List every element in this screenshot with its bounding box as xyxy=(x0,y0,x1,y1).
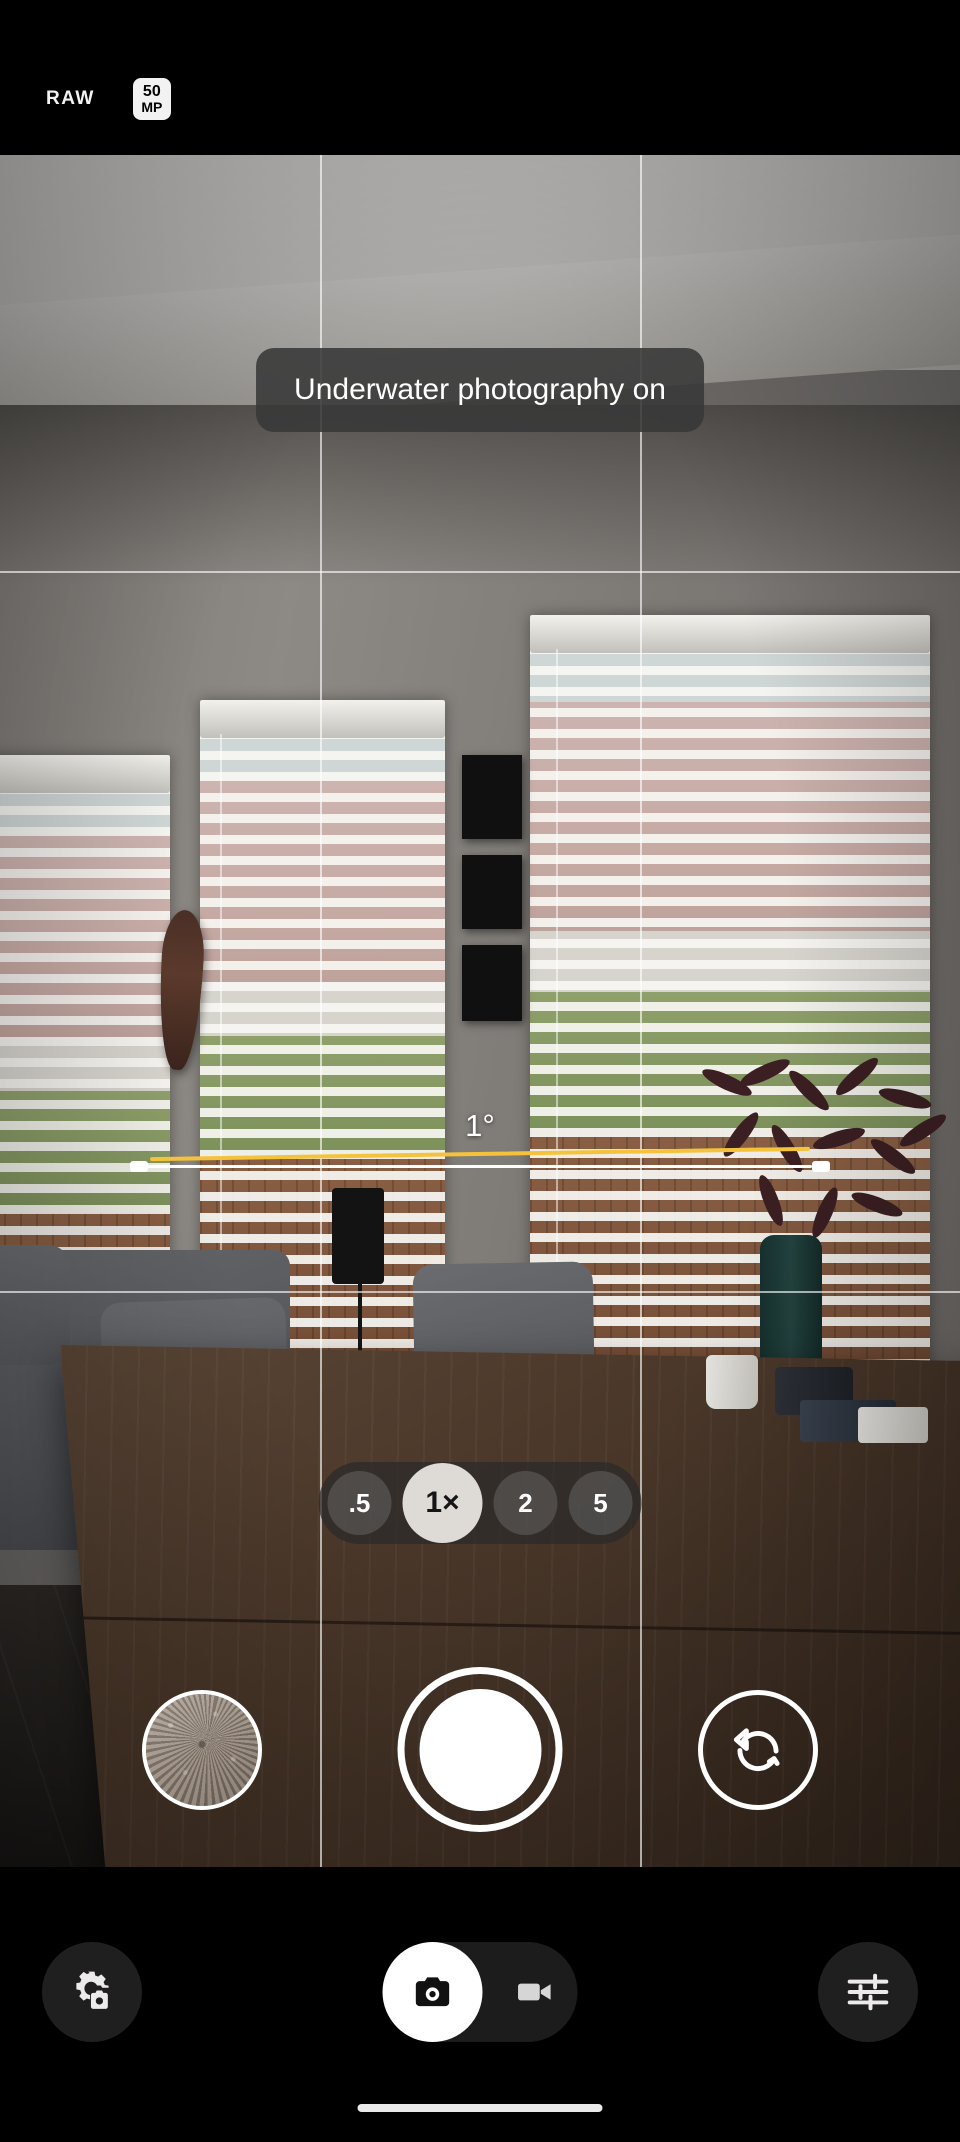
photo-camera-icon xyxy=(415,1977,450,2007)
toast-message: Underwater photography on xyxy=(256,348,704,432)
zoom-option-2x[interactable]: 2 xyxy=(493,1471,558,1535)
scene-valance-right xyxy=(530,615,930,653)
flip-camera-button[interactable] xyxy=(698,1690,818,1810)
zoom-option-0.5x[interactable]: .5 xyxy=(327,1471,392,1535)
top-status-bar: RAW 50 MP xyxy=(0,0,960,155)
gallery-thumbnail[interactable] xyxy=(142,1690,262,1810)
megapixel-badge-icon[interactable]: 50 MP xyxy=(132,78,171,120)
shutter-button-inner xyxy=(419,1688,541,1811)
home-indicator[interactable] xyxy=(357,2104,603,2112)
scene-wall-art-panel-3 xyxy=(462,945,522,1021)
photo-video-mode-toggle[interactable] xyxy=(382,1942,578,2042)
megapixel-value: 50 xyxy=(142,83,161,100)
capture-format-indicators: RAW 50 MP xyxy=(46,78,171,120)
video-camera-icon xyxy=(518,1983,551,2001)
zoom-option-1x[interactable]: 1× xyxy=(402,1463,483,1543)
shutter-button[interactable] xyxy=(397,1667,563,1832)
scene-speaker xyxy=(332,1188,384,1284)
zoom-option-5x[interactable]: 5 xyxy=(568,1471,633,1535)
scene-wall-shadow xyxy=(0,405,960,585)
scene-valance-left xyxy=(0,755,170,793)
scene-table-mug xyxy=(706,1355,758,1409)
scene-wall-art-panel-2 xyxy=(462,855,522,929)
zoom-level-selector[interactable]: .5 1× 2 5 xyxy=(318,1462,642,1544)
camera-viewfinder[interactable]: Underwater photography on 1° .5 1× 2 5 xyxy=(0,155,960,1867)
scene-table-object-3 xyxy=(858,1407,928,1443)
scene-wall-art-panel-1 xyxy=(462,755,522,839)
gallery-thumbnail-image xyxy=(146,1694,258,1806)
capture-controls-row xyxy=(0,1667,960,1857)
raw-badge-icon[interactable]: RAW xyxy=(46,88,95,110)
tune-sliders-icon xyxy=(847,1973,889,2011)
photo-mode-toggle-option[interactable] xyxy=(382,1942,483,2042)
scene-valance-middle xyxy=(200,700,445,738)
camera-settings-button[interactable] xyxy=(42,1942,142,2042)
megapixel-unit: MP xyxy=(141,99,163,115)
camera-app-screen: RAW 50 MP Underwater photography on 1° .… xyxy=(0,0,960,2142)
video-mode-toggle-option[interactable] xyxy=(514,1971,556,2013)
camera-settings-gear-icon xyxy=(76,1971,109,2009)
flip-camera-icon xyxy=(733,1728,780,1771)
adjust-settings-button[interactable] xyxy=(818,1942,918,2042)
bottom-toolbar xyxy=(0,1867,960,2142)
